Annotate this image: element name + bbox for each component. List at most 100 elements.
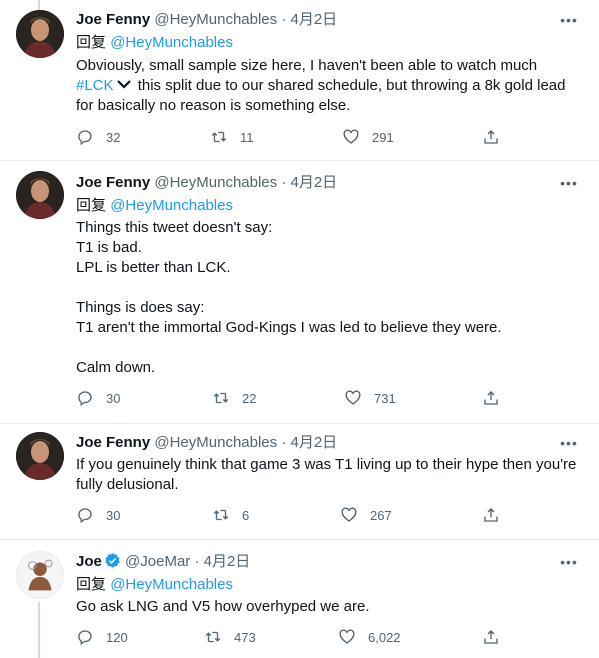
reply-button[interactable]: 30 — [76, 506, 120, 524]
tweet-actions: 32 11 291 — [76, 128, 498, 150]
more-icon[interactable]: ••• — [557, 555, 581, 575]
tweet-text-line: T1 aren't the immortal God-Kings I was l… — [76, 319, 502, 336]
reply-to: 回复 @HeyMunchables — [76, 575, 233, 595]
tweet-date[interactable]: 4月2日 — [204, 553, 251, 570]
retweet-count: 6 — [242, 507, 250, 523]
more-icon[interactable]: ••• — [557, 436, 581, 456]
tweet-1[interactable]: Joe Fenny @HeyMunchables · 4月2日 ••• 回复 @… — [0, 0, 599, 161]
author-name[interactable]: Joe — [76, 553, 102, 570]
tweet-text-line: Things is does say: — [76, 299, 205, 316]
verified-badge-icon — [105, 553, 120, 568]
tweet-date[interactable]: 4月2日 — [291, 434, 338, 451]
share-icon — [484, 630, 498, 644]
like-icon — [341, 507, 357, 522]
reply-icon — [78, 508, 92, 524]
avatar[interactable] — [16, 432, 64, 480]
reply-count: 120 — [106, 629, 128, 645]
reply-to: 回复 @HeyMunchables — [76, 33, 233, 53]
author-name[interactable]: Joe Fenny — [76, 174, 150, 191]
tweet-text: If you genuinely think that game 3 was T… — [76, 455, 576, 495]
tweet-3[interactable]: Joe Fenny @HeyMunchables · 4月2日 ••• If y… — [0, 424, 599, 540]
hashtag-link[interactable]: #LCK — [76, 77, 114, 94]
tweet-text: Things this tweet doesn't say: T1 is bad… — [76, 218, 502, 378]
retweet-icon — [213, 509, 229, 521]
reply-to: 回复 @HeyMunchables — [76, 196, 233, 216]
reply-prefix: 回复 — [76, 197, 107, 214]
tweet-text-line: Calm down. — [76, 359, 156, 376]
reply-button[interactable]: 120 — [76, 628, 128, 646]
author-handle[interactable]: @JoeMar — [125, 553, 190, 570]
tweet-text: Obviously, small sample size here, I hav… — [76, 56, 565, 116]
retweet-icon — [205, 631, 221, 643]
like-count: 291 — [372, 129, 394, 145]
reply-icon — [78, 630, 92, 646]
tweet-date[interactable]: 4月2日 — [291, 174, 338, 191]
retweet-button[interactable]: 6 — [212, 506, 249, 524]
retweet-button[interactable]: 22 — [212, 389, 256, 407]
tweet-text-line: LPL is better than LCK. — [76, 259, 231, 276]
tweet-2[interactable]: Joe Fenny @HeyMunchables · 4月2日 ••• 回复 @… — [0, 161, 599, 424]
like-icon — [345, 390, 361, 405]
reply-button[interactable]: 32 — [76, 128, 120, 146]
avatar-photo — [16, 10, 64, 58]
retweet-button[interactable]: 473 — [204, 628, 256, 646]
thread-line — [38, 0, 40, 10]
author-handle[interactable]: @HeyMunchables — [154, 11, 277, 28]
avatar[interactable] — [16, 10, 64, 58]
like-icon — [339, 629, 355, 644]
share-icon — [484, 391, 498, 405]
tweet-text: Go ask LNG and V5 how overhyped we are. — [76, 597, 370, 617]
like-icon — [343, 129, 359, 144]
tweet-actions: 120 473 6,022 — [76, 628, 498, 650]
reply-mention[interactable]: @HeyMunchables — [110, 197, 233, 214]
like-button[interactable]: 291 — [342, 128, 394, 146]
tweet-header: Joe Fenny @HeyMunchables · 4月2日 — [76, 10, 337, 30]
share-icon — [484, 508, 498, 522]
share-icon — [484, 130, 498, 144]
avatar[interactable] — [16, 551, 64, 599]
separator-dot: · — [281, 434, 287, 451]
retweet-count: 22 — [242, 390, 257, 406]
like-button[interactable]: 267 — [340, 506, 392, 524]
tweet-text-line: Obviously, small sample size here, I hav… — [76, 57, 538, 74]
avatar-photo — [16, 171, 64, 219]
separator-dot: · — [194, 553, 200, 570]
reply-mention[interactable]: @HeyMunchables — [110, 576, 233, 593]
tweet-4[interactable]: Joe @JoeMar · 4月2日 ••• 回复 @HeyMunchables… — [0, 540, 599, 658]
reply-prefix: 回复 — [76, 34, 107, 51]
tweet-text-line: #LCK this split due to our shared schedu… — [76, 76, 565, 96]
tweet-text-line: Things this tweet doesn't say: — [76, 219, 273, 236]
separator-dot: · — [281, 11, 287, 28]
reply-count: 30 — [106, 507, 121, 523]
share-button[interactable] — [482, 128, 500, 146]
reply-button[interactable]: 30 — [76, 389, 120, 407]
tweet-actions: 30 22 731 — [76, 389, 498, 411]
tweet-text-line: If you genuinely think that game 3 was T… — [76, 456, 577, 473]
retweet-icon — [211, 131, 227, 143]
like-button[interactable]: 731 — [344, 389, 396, 407]
like-count: 731 — [374, 390, 396, 406]
author-name[interactable]: Joe Fenny — [76, 11, 150, 28]
author-handle[interactable]: @HeyMunchables — [154, 174, 277, 191]
separator-dot: · — [281, 174, 287, 191]
like-button[interactable]: 6,022 — [338, 628, 401, 646]
chevron-down-icon — [116, 80, 131, 89]
reply-prefix: 回复 — [76, 576, 107, 593]
reply-mention[interactable]: @HeyMunchables — [110, 34, 233, 51]
author-name[interactable]: Joe Fenny — [76, 434, 150, 451]
avatar[interactable] — [16, 171, 64, 219]
avatar-illustration — [17, 552, 63, 598]
author-handle[interactable]: @HeyMunchables — [154, 434, 277, 451]
share-button[interactable] — [482, 389, 500, 407]
tweet-text-line: T1 is bad. — [76, 239, 142, 256]
reply-count: 32 — [106, 129, 121, 145]
share-button[interactable] — [482, 506, 500, 524]
more-icon[interactable]: ••• — [557, 176, 581, 196]
share-button[interactable] — [482, 628, 500, 646]
more-icon[interactable]: ••• — [557, 13, 581, 33]
tweet-header: Joe Fenny @HeyMunchables · 4月2日 — [76, 433, 337, 453]
thread-line — [38, 602, 40, 658]
retweet-button[interactable]: 11 — [210, 128, 254, 146]
tweet-date[interactable]: 4月2日 — [291, 11, 338, 28]
